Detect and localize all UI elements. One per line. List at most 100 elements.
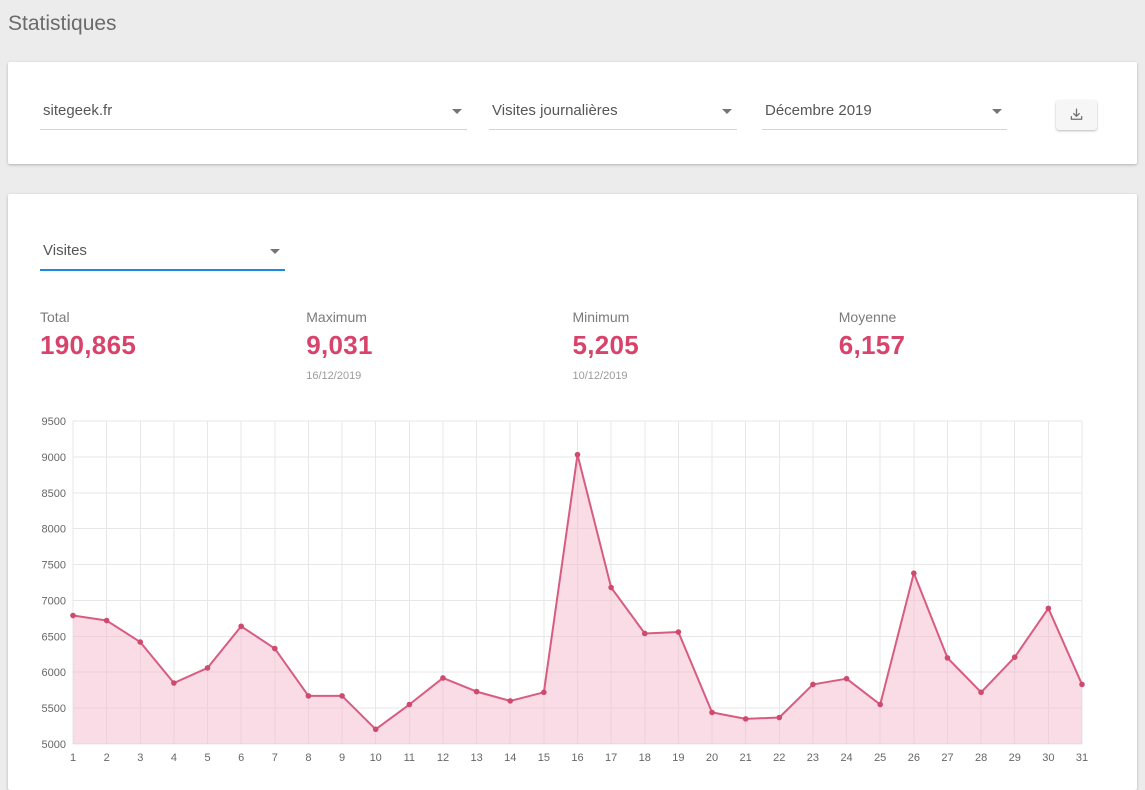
x-axis-tick-label: 1 (70, 752, 76, 764)
visits-chart[interactable]: 1234567891011121314151617181920212223242… (34, 413, 1105, 770)
x-axis-tick-label: 2 (104, 752, 110, 764)
x-axis-tick-label: 24 (840, 752, 852, 764)
chevron-down-icon (452, 109, 462, 114)
chevron-down-icon (992, 109, 1002, 114)
stat-maximum: Maximum 9,031 16/12/2019 (306, 309, 572, 383)
data-point (474, 689, 480, 695)
x-axis-tick-label: 27 (941, 752, 953, 764)
data-point (676, 629, 682, 635)
data-point (777, 715, 783, 721)
data-point (810, 682, 816, 688)
stat-date (839, 370, 1105, 383)
chevron-down-icon (722, 109, 732, 114)
y-axis-tick-label: 9500 (42, 416, 66, 428)
data-point (205, 665, 211, 671)
site-select-value: sitegeek.fr (43, 102, 112, 119)
metric-select[interactable]: Visites journalières (489, 98, 737, 130)
period-select-value: Décembre 2019 (765, 102, 872, 119)
x-axis-tick-label: 14 (504, 752, 516, 764)
x-axis-tick-label: 22 (773, 752, 785, 764)
data-point (373, 726, 379, 732)
filters-card: sitegeek.fr Visites journalières Décembr… (8, 62, 1137, 164)
x-axis-tick-label: 30 (1042, 752, 1054, 764)
data-point (575, 452, 581, 458)
x-axis-tick-label: 20 (706, 752, 718, 764)
data-point (507, 698, 513, 704)
filters-toolbar: sitegeek.fr Visites journalières Décembr… (40, 98, 1097, 130)
y-axis-tick-label: 8000 (42, 524, 66, 536)
x-axis-tick-label: 19 (672, 752, 684, 764)
y-axis-tick-label: 6500 (42, 631, 66, 643)
data-point (407, 702, 413, 708)
series-select[interactable]: Visites (40, 238, 285, 271)
download-button[interactable] (1056, 100, 1097, 130)
y-axis-tick-label: 8500 (42, 488, 66, 500)
stat-date: 16/12/2019 (306, 370, 572, 383)
x-axis-tick-label: 17 (605, 752, 617, 764)
series-area-fill (73, 455, 1082, 744)
x-axis-tick-label: 9 (339, 752, 345, 764)
series-select-value: Visites (43, 242, 87, 259)
x-axis-tick-label: 23 (807, 752, 819, 764)
metric-select-value: Visites journalières (492, 102, 618, 119)
x-axis-tick-label: 11 (404, 752, 415, 764)
data-point (306, 693, 312, 699)
x-axis-tick-label: 28 (975, 752, 987, 764)
data-point (911, 570, 917, 576)
data-point (104, 618, 110, 624)
x-axis-tick-label: 8 (305, 752, 311, 764)
x-axis-tick-label: 4 (171, 752, 177, 764)
data-point (945, 655, 951, 661)
y-axis-tick-label: 9000 (42, 452, 66, 464)
x-axis-tick-label: 3 (137, 752, 143, 764)
data-point (1012, 654, 1018, 660)
download-icon (1067, 106, 1086, 125)
x-axis-tick-label: 6 (238, 752, 244, 764)
data-point (877, 702, 883, 708)
x-axis-tick-label: 21 (740, 752, 752, 764)
y-axis-tick-label: 6000 (42, 667, 66, 679)
visits-area-chart[interactable]: 1234567891011121314151617181920212223242… (34, 413, 1094, 765)
stat-moyenne: Moyenne 6,157 (839, 309, 1105, 383)
y-axis-tick-label: 5500 (42, 703, 66, 715)
data-point (709, 710, 715, 716)
x-axis-tick-label: 25 (874, 752, 886, 764)
period-select[interactable]: Décembre 2019 (762, 98, 1007, 130)
x-axis-tick-label: 7 (272, 752, 278, 764)
statistics-page: Statistiques sitegeek.fr Visites journal… (0, 12, 1145, 790)
data-point (70, 613, 76, 619)
stat-minimum: Minimum 5,205 10/12/2019 (573, 309, 839, 383)
x-axis-tick-label: 31 (1076, 752, 1088, 764)
x-axis-tick-label: 15 (538, 752, 550, 764)
stat-value: 6,157 (839, 330, 1105, 361)
data-point (339, 693, 345, 699)
data-point (137, 639, 143, 645)
x-axis-tick-label: 12 (437, 752, 449, 764)
x-axis-tick-label: 5 (204, 752, 210, 764)
data-point (608, 585, 614, 591)
x-axis-tick-label: 29 (1009, 752, 1021, 764)
x-axis-tick-label: 16 (571, 752, 583, 764)
page-title: Statistiques (8, 12, 1145, 36)
y-axis-tick-label: 5000 (42, 739, 66, 751)
stat-value: 5,205 (573, 330, 839, 361)
site-select[interactable]: sitegeek.fr (40, 98, 467, 130)
x-axis-tick-label: 13 (470, 752, 482, 764)
stat-value: 190,865 (40, 330, 306, 361)
x-axis-tick-label: 18 (639, 752, 651, 764)
data-point (844, 676, 850, 682)
y-axis-tick-label: 7000 (42, 595, 66, 607)
stat-label: Total (40, 309, 306, 325)
data-point (440, 675, 446, 681)
stat-total: Total 190,865 (40, 309, 306, 383)
stat-label: Moyenne (839, 309, 1105, 325)
data-point (1046, 606, 1052, 612)
chevron-down-icon (270, 249, 280, 254)
x-axis-tick-label: 26 (908, 752, 920, 764)
stat-date: 10/12/2019 (573, 370, 839, 383)
data-point (978, 690, 984, 696)
y-axis-tick-label: 7500 (42, 560, 66, 572)
data-point (272, 646, 278, 652)
stat-label: Maximum (306, 309, 572, 325)
stat-date (40, 370, 306, 383)
